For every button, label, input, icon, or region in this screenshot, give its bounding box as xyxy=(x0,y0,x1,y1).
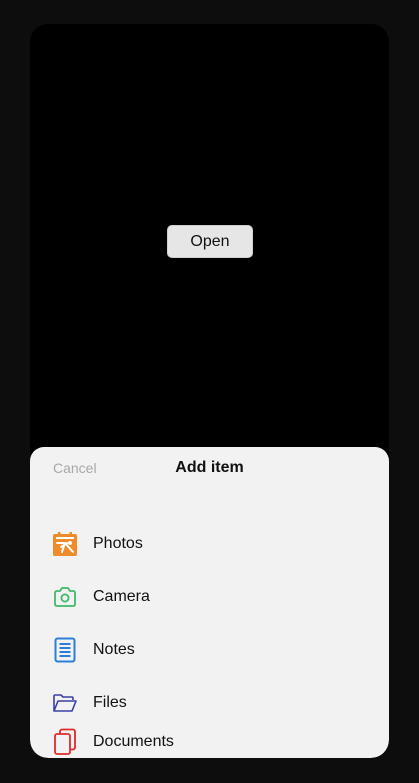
folder-icon xyxy=(51,689,79,717)
menu-item-camera[interactable]: Camera xyxy=(30,572,389,622)
menu-item-notes[interactable]: Notes xyxy=(30,625,389,675)
camera-icon xyxy=(51,583,79,611)
menu-item-label: Camera xyxy=(93,588,150,605)
add-item-sheet: Cancel Add item Photos Camera Notes File… xyxy=(30,447,389,758)
sheet-header: Cancel Add item xyxy=(30,447,389,489)
menu-item-label: Photos xyxy=(93,535,143,552)
documents-icon xyxy=(51,728,79,756)
menu-item-documents[interactable]: Documents xyxy=(30,728,389,756)
menu-item-label: Files xyxy=(93,694,127,711)
menu-item-label: Notes xyxy=(93,641,135,658)
menu-item-files[interactable]: Files xyxy=(30,678,389,728)
photos-icon xyxy=(51,530,79,558)
menu-item-photos[interactable]: Photos xyxy=(30,519,389,569)
menu-item-label: Documents xyxy=(93,733,174,750)
open-button[interactable]: Open xyxy=(167,225,253,258)
app-screen: Open Cancel Add item Photos Camera Notes… xyxy=(30,24,389,758)
sheet-title: Add item xyxy=(175,459,244,476)
notes-icon xyxy=(51,636,79,664)
